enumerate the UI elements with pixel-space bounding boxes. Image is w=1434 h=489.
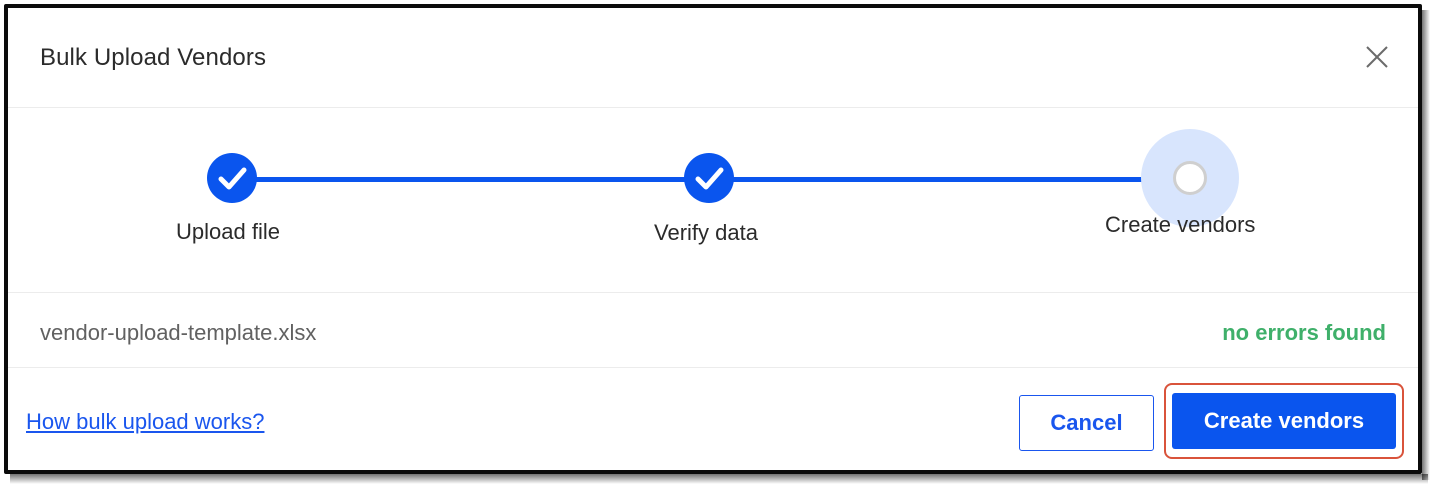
check-icon	[695, 167, 724, 190]
highlight-outline: Create vendors	[1164, 383, 1404, 459]
step-indicator-icon	[1173, 161, 1207, 195]
create-vendors-button[interactable]: Create vendors	[1172, 393, 1396, 449]
step-upload-file-icon	[207, 153, 257, 203]
close-icon	[1366, 46, 1388, 68]
step-label-create-vendors: Create vendors	[1105, 212, 1256, 237]
frame-shadow	[10, 474, 1428, 484]
cancel-button[interactable]: Cancel	[1019, 395, 1154, 451]
check-icon	[218, 167, 247, 190]
close-button[interactable]	[1364, 44, 1390, 70]
progress-stepper: Upload file Verify data Create vendors	[8, 109, 1418, 293]
how-bulk-upload-works-link[interactable]: How bulk upload works?	[26, 409, 264, 435]
dialog-footer: How bulk upload works? Cancel Create ven…	[8, 369, 1418, 470]
bulk-upload-dialog: Bulk Upload Vendors Upload file Verify d…	[8, 8, 1418, 470]
step-label-upload-file: Upload file	[176, 219, 280, 244]
uploaded-file-row: vendor-upload-template.xlsx no errors fo…	[8, 294, 1418, 368]
frame-shadow	[1422, 10, 1430, 480]
dialog-title: Bulk Upload Vendors	[40, 44, 267, 71]
dialog-header: Bulk Upload Vendors	[8, 8, 1418, 108]
screenshot-frame: Bulk Upload Vendors Upload file Verify d…	[0, 0, 1434, 489]
validation-status: no errors found	[1222, 320, 1386, 345]
file-name: vendor-upload-template.xlsx	[40, 320, 317, 345]
step-verify-data-icon	[684, 153, 734, 203]
step-label-verify-data: Verify data	[654, 220, 758, 245]
